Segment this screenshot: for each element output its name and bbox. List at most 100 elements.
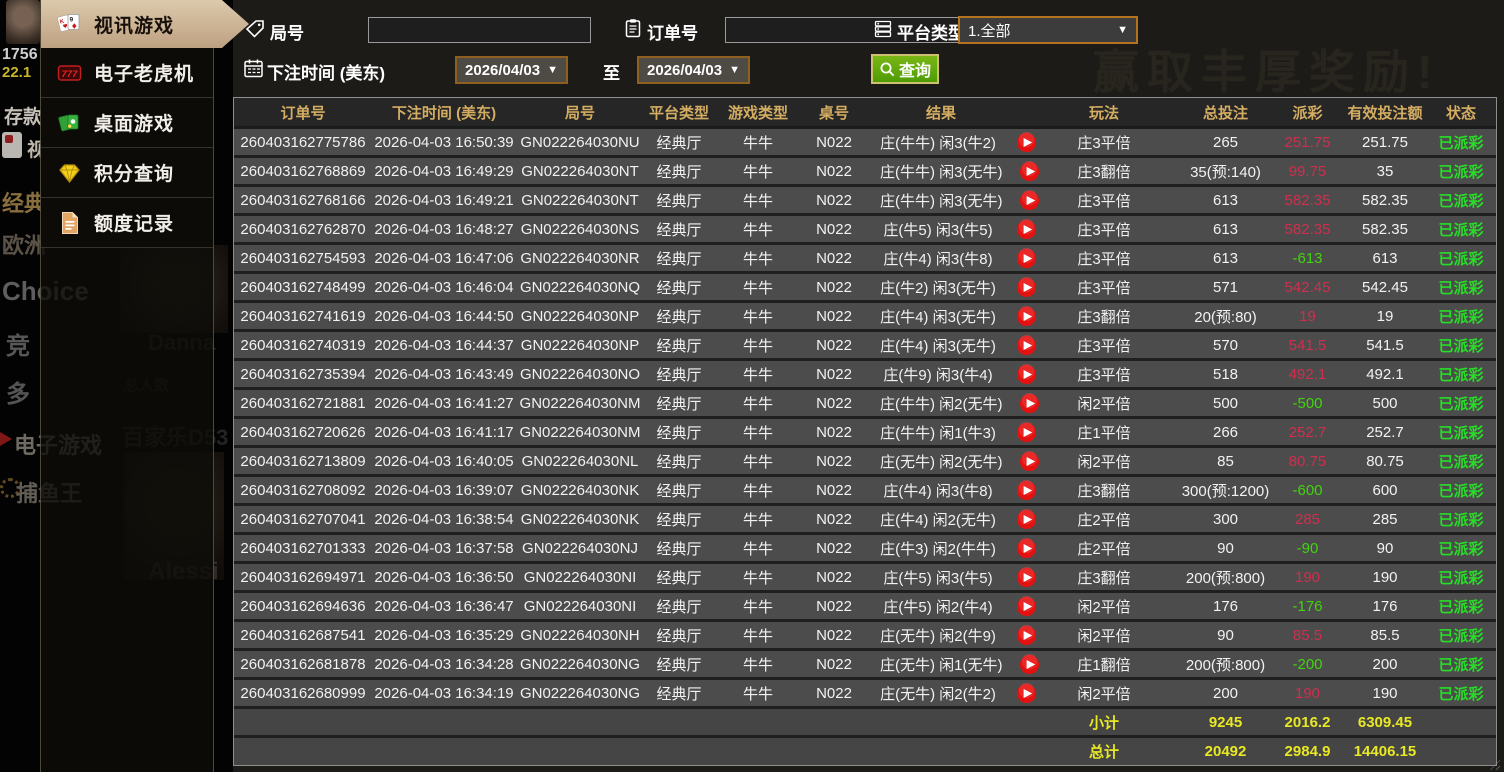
cell-result: 庄(无牛) 闲2(牛9) bbox=[866, 622, 1068, 648]
cell-result: 庄(牛3) 闲2(牛牛) bbox=[866, 535, 1068, 561]
cell-valid-bet: 542.45 bbox=[1362, 278, 1408, 296]
cell-status: 已派彩 bbox=[1438, 221, 1484, 239]
search-button[interactable]: 查询 bbox=[871, 54, 939, 84]
cell-result: 庄(牛5) 闲3(牛5) bbox=[866, 564, 1068, 590]
result-text: 庄(牛4) 闲3(无牛) bbox=[880, 308, 996, 326]
cell-table-number: N022 bbox=[816, 220, 852, 238]
replay-play-button[interactable] bbox=[996, 566, 1056, 588]
replay-play-button[interactable] bbox=[1003, 653, 1057, 675]
cell-status: 已派彩 bbox=[1438, 308, 1484, 326]
result-text: 庄(无牛) 闲1(无牛) bbox=[880, 656, 1003, 674]
menu-item-video-games[interactable]: K 9 视讯游戏 bbox=[41, 0, 249, 48]
cell-round-number: GN022264030NG bbox=[519, 655, 641, 673]
replay-play-button[interactable] bbox=[996, 276, 1056, 298]
cell-platform-type: 经典厅 bbox=[656, 308, 702, 326]
replay-play-button[interactable] bbox=[996, 421, 1056, 443]
replay-play-button[interactable] bbox=[996, 334, 1056, 356]
menu-item-label: 电子老虎机 bbox=[94, 64, 195, 85]
cell-order-number: 260403162713809 bbox=[240, 452, 366, 470]
cell-total-bet: 571 bbox=[1212, 278, 1239, 296]
cell-platform-type: 经典厅 bbox=[656, 569, 702, 587]
replay-play-button[interactable] bbox=[996, 537, 1056, 559]
cell-status: 已派彩 bbox=[1438, 627, 1484, 645]
replay-play-button[interactable] bbox=[996, 682, 1056, 704]
platform-type-icon bbox=[873, 19, 893, 39]
cell-platform-type: 经典厅 bbox=[656, 598, 702, 616]
cell-table-number: N022 bbox=[816, 568, 852, 586]
cell-bet-time: 2026-04-03 16:49:21 bbox=[374, 191, 514, 209]
replay-play-button[interactable] bbox=[996, 131, 1056, 153]
cell-valid-bet: 80.75 bbox=[1366, 452, 1404, 470]
replay-play-button[interactable] bbox=[1003, 450, 1057, 472]
round-number-input[interactable] bbox=[368, 17, 591, 43]
table-row: 260403162713809 2026-04-03 16:40:05 GN0222… bbox=[234, 448, 1496, 477]
cell-payout: 85.5 bbox=[1292, 626, 1323, 644]
cell-result: 庄(牛4) 闲3(无牛) bbox=[866, 332, 1068, 358]
replay-play-button[interactable] bbox=[996, 508, 1056, 530]
cell-valid-bet: 251.75 bbox=[1362, 133, 1408, 151]
result-text: 庄(牛牛) 闲3(无牛) bbox=[880, 163, 1003, 181]
cell-payout: -200 bbox=[1292, 655, 1323, 673]
replay-play-button[interactable] bbox=[1003, 160, 1057, 182]
replay-play-button[interactable] bbox=[1003, 392, 1057, 414]
menu-item-table-games[interactable]: 桌面游戏 bbox=[41, 98, 213, 148]
cell-game-type: 牛牛 bbox=[742, 308, 773, 326]
cell-play-method: 庄3平倍 bbox=[1077, 279, 1131, 297]
date-from-picker[interactable]: 2026/04/03 ▼ bbox=[455, 56, 568, 84]
betting-records-screen: 1756 22.1 存款 视 经典 欧洲 Choice 竞 多 电子游戏 捕鱼王… bbox=[0, 0, 1504, 772]
table-games-icon bbox=[54, 109, 84, 136]
cell-total-bet: 613 bbox=[1212, 191, 1239, 209]
result-text: 庄(无牛) 闲2(无牛) bbox=[880, 453, 1003, 471]
cell-round-number: GN022264030NJ bbox=[522, 539, 638, 557]
cell-bet-time: 2026-04-03 16:50:39 bbox=[374, 133, 514, 151]
result-text: 庄(牛4) 闲2(无牛) bbox=[880, 511, 996, 529]
cell-table-number: N022 bbox=[816, 452, 852, 470]
cell-round-number: GN022264030NP bbox=[520, 307, 640, 325]
cell-game-type: 牛牛 bbox=[742, 163, 773, 181]
chevron-down-icon: ▼ bbox=[729, 64, 740, 76]
bet-time-label: 下注时间 (美东) bbox=[267, 64, 386, 83]
menu-item-slot-machines[interactable]: 777 电子老虎机 bbox=[41, 48, 213, 98]
cell-play-method: 庄1平倍 bbox=[1077, 424, 1131, 442]
cell-bet-time: 2026-04-03 16:41:27 bbox=[374, 394, 514, 412]
cell-play-method: 庄3平倍 bbox=[1077, 337, 1131, 355]
cell-payout: -600 bbox=[1292, 481, 1323, 499]
cell-status: 已派彩 bbox=[1438, 569, 1484, 587]
cell-round-number: GN022264030NL bbox=[521, 452, 639, 470]
cell-platform-type: 经典厅 bbox=[656, 453, 702, 471]
replay-play-button[interactable] bbox=[996, 247, 1056, 269]
round-number-label: 局号 bbox=[270, 24, 304, 43]
result-text: 庄(牛9) 闲3(牛4) bbox=[883, 366, 993, 384]
column-header: 结果 bbox=[925, 104, 956, 122]
replay-play-button[interactable] bbox=[996, 479, 1056, 501]
replay-play-button[interactable] bbox=[996, 624, 1056, 646]
cell-result: 庄(无牛) 闲2(无牛) bbox=[866, 448, 1068, 474]
table-row: 260403162701333 2026-04-03 16:37:58 GN0222… bbox=[234, 535, 1496, 564]
cell-total-bet: 85 bbox=[1217, 452, 1234, 470]
cell-round-number: GN022264030NG bbox=[519, 684, 641, 702]
menu-item-credit-records[interactable]: 额度记录 bbox=[41, 198, 213, 248]
cell-game-type: 牛牛 bbox=[742, 656, 773, 674]
cell-status: 已派彩 bbox=[1438, 453, 1484, 471]
cell-game-type: 牛牛 bbox=[742, 337, 773, 355]
cell-result: 庄(牛9) 闲3(牛4) bbox=[866, 361, 1068, 387]
menu-item-points-query[interactable]: 积分查询 bbox=[41, 148, 213, 198]
compete-label: 竞 bbox=[6, 333, 30, 360]
cell-payout: 285 bbox=[1294, 510, 1321, 528]
replay-play-button[interactable] bbox=[996, 363, 1056, 385]
cell-order-number: 260403162721881 bbox=[240, 394, 366, 412]
cell-platform-type: 经典厅 bbox=[656, 656, 702, 674]
date-to-picker[interactable]: 2026/04/03 ▼ bbox=[637, 56, 750, 84]
platform-type-select[interactable]: 1.全部 ▼ bbox=[958, 16, 1138, 44]
table-row: 260403162680999 2026-04-03 16:34:19 GN0222… bbox=[234, 680, 1496, 709]
cell-valid-bet: 90 bbox=[1376, 539, 1394, 557]
replay-play-button[interactable] bbox=[996, 218, 1056, 240]
cell-round-number: GN022264030NS bbox=[520, 220, 640, 238]
replay-play-button[interactable] bbox=[996, 305, 1056, 327]
cell-result: 庄(牛4) 闲3(牛8) bbox=[866, 245, 1068, 271]
cell-order-number: 260403162701333 bbox=[240, 539, 366, 557]
column-header: 有效投注额 bbox=[1347, 104, 1423, 122]
replay-play-button[interactable] bbox=[996, 595, 1056, 617]
result-text: 庄(牛4) 闲3(无牛) bbox=[880, 337, 996, 355]
replay-play-button[interactable] bbox=[1003, 189, 1057, 211]
